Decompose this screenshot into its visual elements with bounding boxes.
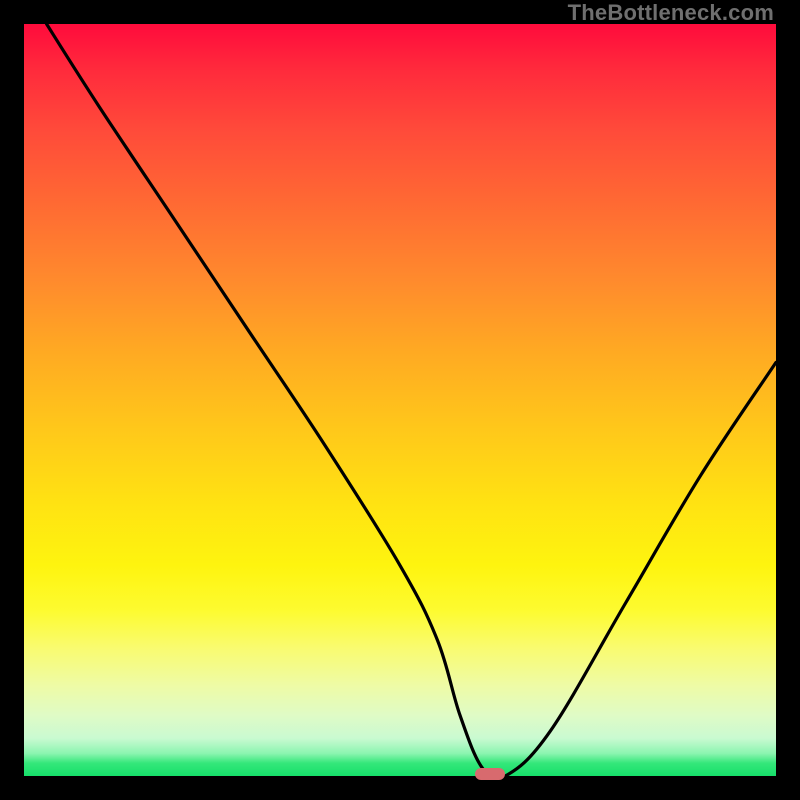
chart-background-gradient	[24, 24, 776, 776]
watermark-text: TheBottleneck.com	[568, 0, 774, 26]
chart-frame: TheBottleneck.com	[0, 0, 800, 800]
minimum-marker	[475, 768, 505, 780]
